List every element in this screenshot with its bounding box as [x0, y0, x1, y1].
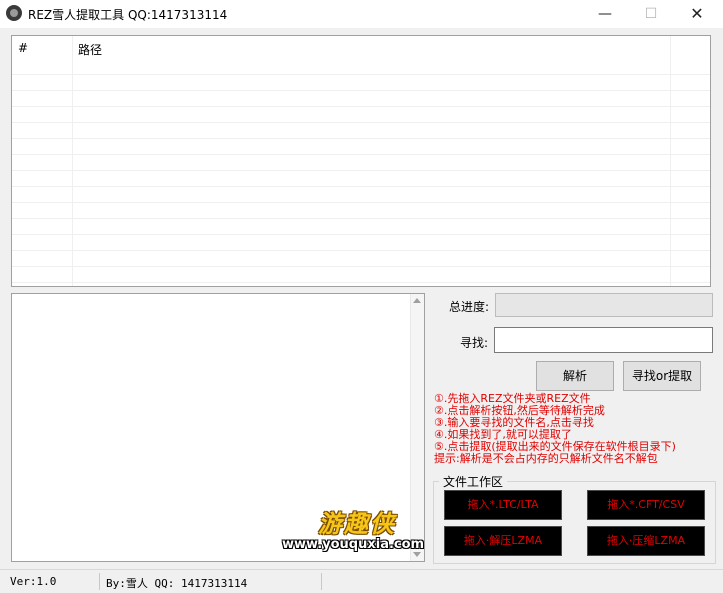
scroll-down-arrow-icon[interactable] — [413, 552, 421, 557]
close-button[interactable]: ✕ — [674, 0, 720, 28]
instructions: ①.先拖入REZ文件夹或REZ文件 ②.点击解析按钮,然后等待解析完成 ③.输入… — [434, 393, 723, 465]
column-header-path[interactable]: 路径 — [78, 41, 102, 58]
instruction-hint: 提示:解析是不会占内存的只解析文件名不解包 — [434, 452, 658, 465]
list-row-line — [12, 234, 710, 235]
file-workspace-title: 文件工作区 — [439, 473, 508, 490]
drop-cft-csv-zone[interactable]: 拖入*.CFT/CSV — [587, 490, 705, 520]
total-progress-bar — [495, 293, 713, 317]
log-textarea[interactable]: 游趣侠 www.youquxia.com — [11, 293, 425, 562]
title-bar[interactable]: REZ雪人提取工具 QQ:1417313114 — ☐ ✕ — [0, 0, 723, 28]
search-input[interactable] — [494, 327, 713, 353]
status-author: By:雪人 QQ: 1417313114 — [106, 577, 248, 590]
list-row-line — [12, 122, 710, 123]
list-row-line — [12, 90, 710, 91]
status-divider — [99, 573, 100, 590]
watermark-url: www.youquxia.com — [282, 537, 425, 552]
drop-decompress-lzma-zone[interactable]: 拖入·解压LZMA — [444, 526, 562, 556]
list-row-line — [12, 250, 710, 251]
search-label: 寻找: — [460, 336, 489, 350]
scroll-up-arrow-icon[interactable] — [413, 298, 421, 303]
column-header-number[interactable]: # — [18, 41, 28, 55]
list-row-line — [12, 154, 710, 155]
list-row-line — [12, 266, 710, 267]
drop-ltc-lta-zone[interactable]: 拖入*.LTC/LTA — [444, 490, 562, 520]
list-row-line — [12, 138, 710, 139]
list-row-line — [12, 202, 710, 203]
list-header: # 路径 — [12, 36, 710, 60]
list-row-line — [12, 74, 710, 75]
minimize-button[interactable]: — — [582, 0, 628, 28]
window-title: REZ雪人提取工具 QQ:1417313114 — [28, 8, 228, 22]
status-version: Ver:1.0 — [10, 575, 57, 588]
status-bar: Ver:1.0 By:雪人 QQ: 1417313114 — [0, 569, 723, 593]
file-list[interactable]: # 路径 — [11, 35, 711, 287]
status-divider — [321, 573, 322, 590]
list-row-line — [12, 106, 710, 107]
log-scrollbar[interactable] — [410, 294, 424, 561]
list-row-line — [12, 186, 710, 187]
progress-label: 总进度: — [449, 300, 490, 314]
snowman-app-icon — [6, 5, 22, 21]
list-row-line — [12, 170, 710, 171]
parse-button[interactable]: 解析 — [536, 361, 614, 391]
search-extract-button[interactable]: 寻找or提取 — [623, 361, 701, 391]
drop-compress-lzma-zone[interactable]: 拖入·压缩LZMA — [587, 526, 705, 556]
list-row-line — [12, 282, 710, 283]
list-row-line — [12, 218, 710, 219]
watermark-logo: 游趣侠 www.youquxia.com — [282, 504, 424, 556]
maximize-button[interactable]: ☐ — [628, 0, 674, 28]
watermark-text: 游趣侠 — [318, 510, 396, 538]
